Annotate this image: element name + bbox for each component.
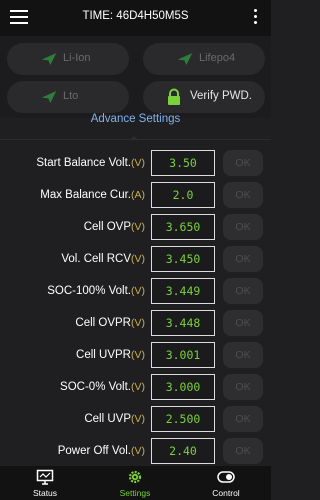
- setting-value-input[interactable]: 3.448: [151, 310, 215, 336]
- setting-value-input[interactable]: 3.650: [151, 214, 215, 240]
- setting-row-vol-cell-rcv: Vol. Cell RCV(V) 3.450 OK: [0, 246, 271, 272]
- setting-label: Cell OVPR(V): [75, 317, 145, 329]
- runtime-title: TIME: 46D4H50M5S: [82, 10, 189, 22]
- unit-label: (V): [131, 221, 145, 233]
- setting-value-input[interactable]: 2.40: [151, 438, 215, 464]
- send-icon: [177, 53, 193, 65]
- ok-button[interactable]: OK: [223, 406, 263, 432]
- verify-password-button[interactable]: Verify PWD.: [143, 81, 265, 113]
- setting-row-soc-100-volt: SOC-100% Volt.(V) 3.449 OK: [0, 278, 271, 304]
- section-notch: [129, 136, 139, 140]
- gear-icon: [128, 470, 142, 484]
- setting-label: Start Balance Volt.(V): [36, 157, 145, 169]
- lifepo4-label: Lifepo4: [199, 52, 236, 64]
- setting-value-input[interactable]: 3.449: [151, 278, 215, 304]
- lifepo4-button[interactable]: Lifepo4: [143, 43, 265, 75]
- unit-label: (A): [131, 189, 145, 201]
- setting-row-power-off-vol: Power Off Vol.(V) 2.40 OK: [0, 438, 271, 464]
- unit-label: (V): [131, 157, 145, 169]
- nav-settings-label: Settings: [119, 488, 151, 498]
- verify-password-label: Verify PWD.: [190, 90, 252, 102]
- setting-row-cell-uvpr: Cell UVPR(V) 3.001 OK: [0, 342, 271, 368]
- nav-control-label: Control: [212, 488, 240, 498]
- section-title[interactable]: Advance Settings: [0, 113, 271, 135]
- ok-button[interactable]: OK: [223, 278, 263, 304]
- setting-value-input[interactable]: 2.500: [151, 406, 215, 432]
- send-icon: [41, 91, 57, 103]
- unit-label: (V): [131, 349, 145, 361]
- ok-button[interactable]: OK: [223, 182, 263, 208]
- setting-row-start-balance-volt: Start Balance Volt.(V) 3.50 OK: [0, 150, 271, 176]
- ok-button[interactable]: OK: [223, 214, 263, 240]
- lock-icon: [168, 88, 180, 105]
- nav-control[interactable]: Control: [181, 466, 271, 500]
- setting-label: Cell UVPR(V): [76, 349, 145, 361]
- setting-row-cell-uvp: Cell UVP(V) 2.500 OK: [0, 406, 271, 432]
- ok-button[interactable]: OK: [223, 310, 263, 336]
- ok-button[interactable]: OK: [223, 438, 263, 464]
- nav-settings[interactable]: Settings: [90, 466, 180, 500]
- unit-label: (V): [131, 445, 145, 457]
- unit-label: (V): [131, 317, 145, 329]
- li-ion-button[interactable]: Li-Ion: [7, 43, 129, 75]
- lto-button[interactable]: Lto: [7, 81, 129, 113]
- monitor-icon: [36, 469, 54, 485]
- setting-label: Max Balance Cur.(A): [40, 189, 145, 201]
- setting-value-input[interactable]: 3.50: [151, 150, 215, 176]
- lto-label: Lto: [63, 90, 79, 102]
- setting-row-max-balance-cur: Max Balance Cur.(A) 2.0 OK: [0, 182, 271, 208]
- unit-label: (V): [131, 253, 145, 265]
- toggle-icon: [217, 471, 235, 483]
- setting-label: Power Off Vol.(V): [57, 445, 145, 457]
- setting-value-input[interactable]: 3.001: [151, 342, 215, 368]
- kebab-more-icon[interactable]: [254, 9, 257, 27]
- setting-value-input[interactable]: 3.000: [151, 374, 215, 400]
- setting-label: Cell UVP(V): [84, 413, 145, 425]
- chemistry-panel: Li-Ion Lifepo4 Lto Verify PWD.: [0, 36, 271, 118]
- setting-label: Cell OVP(V): [83, 221, 145, 233]
- unit-label: (V): [131, 381, 145, 393]
- setting-row-cell-ovp: Cell OVP(V) 3.650 OK: [0, 214, 271, 240]
- setting-row-cell-ovpr: Cell OVPR(V) 3.448 OK: [0, 310, 271, 336]
- li-ion-label: Li-Ion: [63, 52, 91, 64]
- ok-button[interactable]: OK: [223, 246, 263, 272]
- ok-button[interactable]: OK: [223, 150, 263, 176]
- setting-value-input[interactable]: 3.450: [151, 246, 215, 272]
- ok-button[interactable]: OK: [223, 374, 263, 400]
- setting-value-input[interactable]: 2.0: [151, 182, 215, 208]
- unit-label: (V): [131, 285, 145, 297]
- nav-status[interactable]: Status: [0, 466, 90, 500]
- nav-status-label: Status: [32, 488, 58, 498]
- unit-label: (V): [131, 413, 145, 425]
- send-icon: [41, 53, 57, 65]
- ok-button[interactable]: OK: [223, 342, 263, 368]
- setting-label: SOC-0% Volt.(V): [60, 381, 145, 393]
- setting-label: SOC-100% Volt.(V): [47, 285, 145, 297]
- app-header: TIME: 46D4H50M5S: [0, 0, 271, 36]
- bottom-navigation: Status Settings Control: [0, 466, 271, 500]
- setting-row-soc-0-volt: SOC-0% Volt.(V) 3.000 OK: [0, 374, 271, 400]
- setting-label: Vol. Cell RCV(V): [61, 253, 145, 265]
